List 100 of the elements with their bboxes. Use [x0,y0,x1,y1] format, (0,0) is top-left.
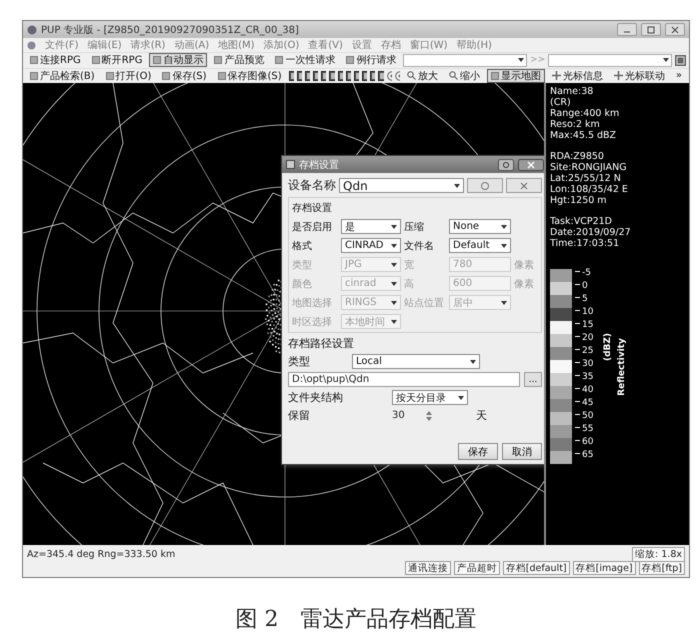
info-line: Lat:25/55/12 N [550,173,622,184]
spinner-arrows-icon[interactable] [426,410,432,420]
info-line: (CR) [550,97,572,108]
menu-item[interactable]: 请求(R) [130,38,166,52]
toolbar-button[interactable]: 自动显示 [149,53,208,68]
browse-button[interactable]: ... [524,372,542,387]
toolbar-button[interactable]: 连接RPG [26,53,85,68]
tick-mark-icon [575,438,580,443]
tick-mark-icon [575,269,580,274]
folder-structure-select[interactable]: 按天分目录 [392,390,468,405]
field-label: 类型 [292,258,313,272]
dialog-icon [286,160,295,169]
menu-item[interactable]: 查看(V) [308,38,343,52]
menu-item[interactable]: 设置 [352,38,372,52]
app-logo-icon [27,40,36,50]
magnifier-icon [406,71,416,80]
small-tool-icon [346,56,354,64]
close-icon[interactable] [518,158,544,170]
menu-item[interactable]: 帮助(H) [456,38,492,52]
tick-mark-icon [575,386,580,391]
tick-mark-icon [575,347,580,352]
small-tool-icon [275,56,284,64]
path-field[interactable]: D:\opt\pup\Qdn [288,372,520,387]
storage-type-select[interactable]: Local [352,354,480,369]
toolbar-button[interactable]: 产品检索(B) [26,68,99,83]
field-label: 是否启用 [292,220,333,234]
grid-icon[interactable] [675,54,686,66]
separator-arrows: >> [530,55,546,66]
maximize-icon [647,26,655,34]
status-indicator: 存档[image] [572,561,636,575]
refresh-button[interactable] [467,178,503,193]
toolbar-button[interactable]: 一次性请求 [271,53,340,68]
days-spinner[interactable]: 30 [392,408,432,423]
maximize-button[interactable] [641,23,661,36]
info-line: Site:RONGJIANG [550,162,628,173]
toolbar-button[interactable]: 断开RPG [88,53,146,68]
field-label: 宽 [404,258,415,272]
field-label: 保留 [288,408,311,423]
field-label: 文件名 [404,240,435,252]
menu-item[interactable]: 窗口(W) [410,38,448,52]
menu-item[interactable]: 动画(A) [174,38,210,52]
magnifier-icon [448,71,458,80]
dialog-button[interactable]: 保存 [458,443,498,460]
toolbar-button[interactable]: 打开(O) [102,68,156,83]
field-label: 格式 [292,240,313,252]
toolbar-button[interactable]: 光标信息 [548,68,607,83]
dropdown-caret-icon [458,396,464,400]
scale-tick-label: 60 [582,438,594,449]
option-select[interactable]: 是 [341,219,401,234]
dialog-button[interactable]: 取消 [502,443,542,460]
dropdown-caret-icon [391,320,397,324]
menu-item[interactable]: 添加(O) [264,38,300,52]
info-line: Hgt:1250 m [550,195,608,206]
toolbar-button[interactable]: 光标联动 [610,68,669,83]
figure-number: 图 2 [236,606,278,634]
menu-item[interactable]: 地图(M) [218,38,255,52]
scale-tick-label: 5 [582,295,588,306]
overflow-button[interactable]: » [672,68,686,83]
close-icon [671,26,679,34]
minimize-button[interactable] [617,23,637,36]
scale-tick-label: -5 [582,269,591,280]
unit-label: 像素 [514,278,535,290]
scale-title: Reflectivity [616,338,626,396]
tick-mark-icon [575,360,580,365]
scale-tick-label: 35 [582,373,594,384]
square-icon[interactable] [378,70,384,81]
toolbar-button[interactable]: 显示地图 [486,68,545,83]
menu-item[interactable]: 存档 [380,38,401,52]
status-indicator: 存档[default] [502,561,570,575]
delete-button[interactable] [506,178,542,193]
dropdown-caret-icon [391,244,397,248]
info-line: Name:38 [550,86,594,97]
scale-tick-label: 10 [582,308,594,319]
tick-mark-icon [575,334,580,339]
toolbar-button[interactable]: 缩小 [444,68,484,83]
option-select[interactable]: Default [449,238,511,253]
close-button[interactable] [665,23,685,36]
toolbar-button[interactable]: 保存图像(S) [214,68,286,83]
option-select[interactable]: CINRAD [341,238,401,253]
toolbar-button[interactable]: 例行请求 [342,53,400,68]
info-line: Task:VCP21D [550,216,613,227]
info-line: RDA:Z9850 [550,151,605,162]
scale-tick-label: 20 [582,334,594,345]
toolbar-button[interactable]: 放大 [402,68,442,83]
option-select[interactable]: None [449,219,511,234]
toolbar-button[interactable]: 保存(S) [158,68,211,83]
unit-label: 像素 [514,258,535,272]
device-select[interactable]: Qdn [339,178,464,193]
help-icon[interactable] [498,158,514,170]
dialog-title: 存档设置 [299,158,340,172]
scale-tick-label: 25 [582,347,594,358]
toolbar-button[interactable]: 产品预览 [210,53,268,68]
menu-item[interactable]: 编辑(E) [88,38,122,52]
dropdown-caret-icon [501,244,507,248]
zoom-level: 缩放: 1.8x [632,546,685,562]
info-line: Lon:108/35/42 E [550,184,629,195]
app-logo-icon [27,24,37,35]
info-line: Time:17:03:51 [550,238,620,249]
small-tool-icon [490,72,499,80]
menu-item[interactable]: 文件(F) [45,38,79,52]
